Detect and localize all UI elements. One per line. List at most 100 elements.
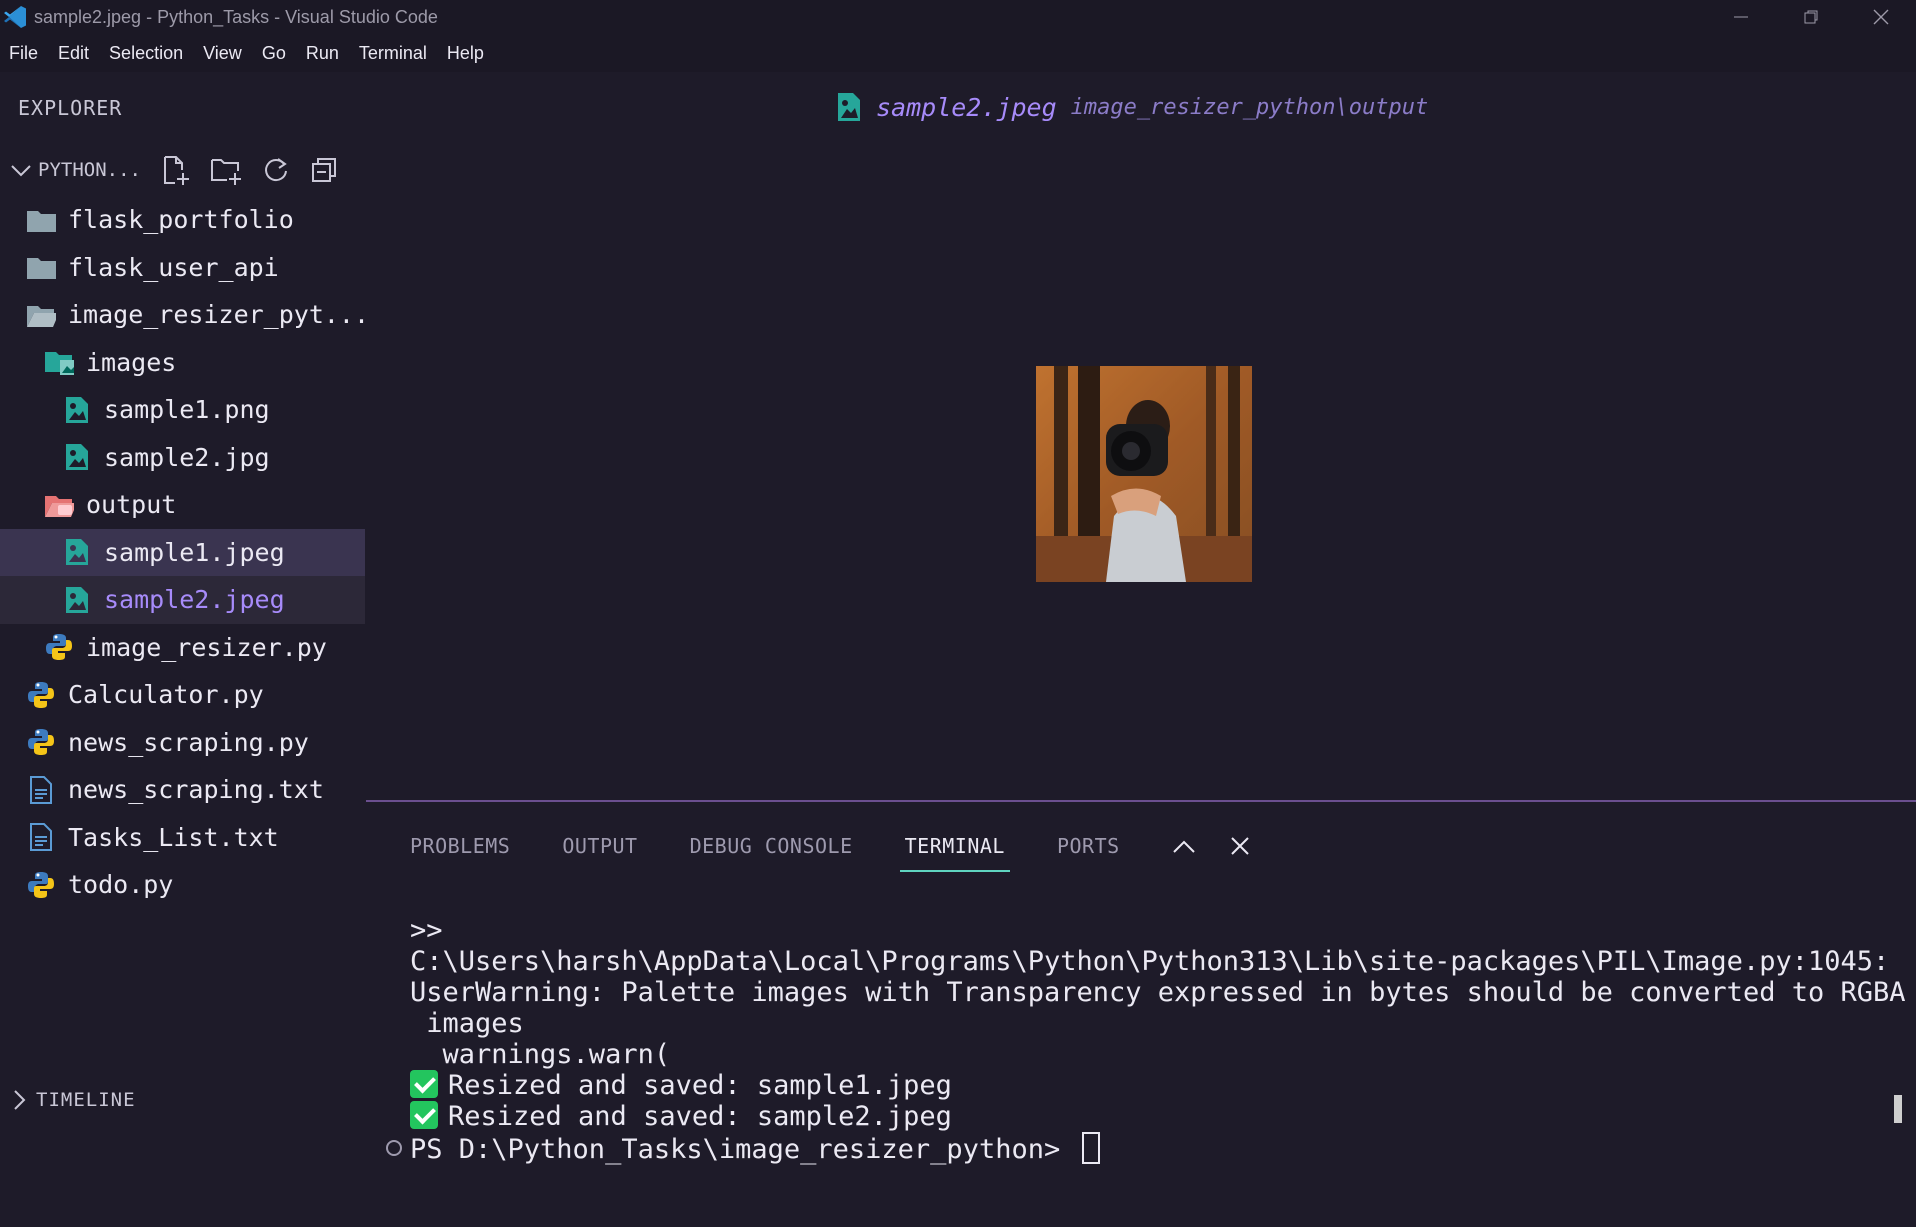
new-file-icon[interactable]	[159, 154, 191, 186]
tree-item-todo-py[interactable]: todo.py	[0, 861, 365, 909]
folder-icon	[26, 253, 56, 281]
terminal-line-success: Resized and saved: sample1.jpeg	[410, 1070, 1890, 1101]
menu-view[interactable]: View	[193, 43, 252, 64]
new-folder-icon[interactable]	[209, 154, 243, 186]
explorer-title: EXPLORER	[18, 96, 123, 120]
tree-item-output[interactable]: output	[0, 481, 365, 529]
tree-item-label: flask_portfolio	[68, 205, 294, 235]
tree-item-label: sample1.jpeg	[104, 537, 285, 567]
tree-item-label: sample2.jpeg	[104, 585, 285, 615]
terminal-line: C:\Users\harsh\AppData\Local\Programs\Py…	[410, 946, 1890, 977]
close-window-button[interactable]	[1846, 0, 1916, 34]
tree-item-sample2-jpg[interactable]: sample2.jpg	[0, 434, 365, 482]
menu-run[interactable]: Run	[296, 43, 349, 64]
image-file-icon	[62, 396, 92, 424]
image-file-icon	[62, 443, 92, 471]
terminal-line-text: Resized and saved: sample1.jpeg	[448, 1070, 952, 1101]
tree-item-image-resizer-py[interactable]: image_resizer.py	[0, 624, 365, 672]
menu-help[interactable]: Help	[437, 43, 494, 64]
tree-item-label: news_scraping.txt	[68, 775, 324, 805]
image-preview	[1036, 366, 1252, 582]
menu-go[interactable]: Go	[252, 43, 296, 64]
images-folder-icon	[44, 348, 74, 376]
tree-item-label: news_scraping.py	[68, 727, 309, 757]
tree-item-news-scraping-py[interactable]: news_scraping.py	[0, 719, 365, 767]
terminal-line: >>	[410, 915, 443, 946]
tree-item-label: output	[86, 490, 177, 520]
tree-item-label: Tasks_List.txt	[68, 822, 279, 852]
terminal-cursor	[1082, 1132, 1101, 1164]
terminal-prompt: PS D:\Python_Tasks\image_resizer_python>	[410, 1134, 1077, 1165]
tree-item-sample2-jpeg[interactable]: sample2.jpeg	[0, 576, 365, 624]
minimize-button[interactable]	[1706, 0, 1776, 34]
editor-area: sample2.jpeg image_resizer_python\output	[366, 72, 1916, 800]
close-icon	[1873, 9, 1889, 25]
close-icon	[1230, 837, 1249, 855]
output-folder-icon	[44, 491, 74, 519]
python-icon	[26, 871, 56, 899]
tab-output[interactable]: OUTPUT	[562, 824, 637, 868]
breadcrumb: sample2.jpeg image_resizer_python\output	[836, 92, 1428, 122]
menu-edit[interactable]: Edit	[48, 43, 99, 64]
window-title: sample2.jpeg - Python_Tasks - Visual Stu…	[34, 6, 438, 27]
tab-problems[interactable]: PROBLEMS	[410, 824, 510, 868]
folder-icon	[26, 206, 56, 234]
timeline-section-header[interactable]: TIMELINE	[0, 1082, 136, 1118]
maximize-panel-button[interactable]	[1172, 838, 1196, 854]
image-file-icon	[62, 538, 92, 566]
workspace-section-header[interactable]: PYTHON...	[0, 152, 365, 188]
restore-button[interactable]	[1776, 0, 1846, 34]
file-tree: flask_portfolio flask_user_api image_res…	[0, 196, 369, 909]
menu-terminal[interactable]: Terminal	[349, 43, 437, 64]
terminal-line: images	[410, 1008, 524, 1039]
terminal-scrollbar[interactable]	[1894, 1095, 1902, 1123]
python-icon	[44, 633, 74, 661]
tree-item-sample1-png[interactable]: sample1.png	[0, 386, 365, 434]
breadcrumb-file[interactable]: sample2.jpeg	[876, 93, 1057, 122]
tree-item-label: Calculator.py	[68, 680, 264, 710]
tree-item-flask-user-api[interactable]: flask_user_api	[0, 244, 365, 292]
tree-item-images[interactable]: images	[0, 339, 365, 387]
tab-debug-console[interactable]: DEBUG CONSOLE	[690, 824, 853, 868]
title-bar: sample2.jpeg - Python_Tasks - Visual Stu…	[0, 0, 1916, 34]
menu-bar: File Edit Selection View Go Run Terminal…	[0, 34, 1916, 72]
image-file-icon	[62, 586, 92, 614]
tab-terminal[interactable]: TERMINAL	[899, 824, 1011, 872]
tree-item-flask-portfolio[interactable]: flask_portfolio	[0, 196, 365, 244]
terminal-line: warnings.warn(	[410, 1039, 671, 1070]
tree-item-tasks-list-txt[interactable]: Tasks_List.txt	[0, 814, 365, 862]
text-file-icon	[26, 823, 56, 852]
terminal-line-success: Resized and saved: sample2.jpeg	[410, 1101, 1890, 1132]
minimize-icon	[1734, 16, 1748, 18]
tree-item-image-resizer-python[interactable]: image_resizer_pyt...	[0, 291, 369, 339]
collapse-all-icon[interactable]	[309, 155, 339, 185]
tree-item-label: image_resizer.py	[86, 632, 327, 662]
tree-item-label: flask_user_api	[68, 252, 279, 282]
terminal-line: UserWarning: Palette images with Transpa…	[410, 977, 1906, 1008]
text-file-icon	[26, 775, 56, 804]
tree-item-label: image_resizer_pyt...	[68, 300, 370, 330]
tab-ports[interactable]: PORTS	[1057, 824, 1120, 868]
tree-item-news-scraping-txt[interactable]: news_scraping.txt	[0, 766, 365, 814]
close-panel-button[interactable]	[1230, 836, 1250, 856]
refresh-icon[interactable]	[261, 155, 291, 185]
menu-selection[interactable]: Selection	[99, 43, 193, 64]
tree-item-calculator-py[interactable]: Calculator.py	[0, 671, 365, 719]
tree-item-sample1-jpeg[interactable]: sample1.jpeg	[0, 528, 365, 576]
image-file-icon	[838, 93, 860, 121]
chevron-up-icon	[1172, 840, 1195, 853]
timeline-label: TIMELINE	[36, 1089, 136, 1111]
workspace-name: PYTHON...	[38, 159, 141, 181]
tree-item-label: sample2.jpg	[104, 442, 270, 472]
tree-item-label: todo.py	[68, 870, 174, 900]
breadcrumb-path[interactable]: image_resizer_python\output	[1071, 95, 1429, 120]
folder-open-icon	[26, 301, 56, 329]
tree-item-label: images	[86, 347, 177, 377]
vscode-logo-icon	[4, 6, 26, 28]
terminal-line-text: Resized and saved: sample2.jpeg	[448, 1101, 952, 1132]
chevron-down-icon	[11, 165, 31, 177]
restore-icon	[1804, 10, 1818, 24]
menu-file[interactable]: File	[0, 43, 48, 64]
terminal-output[interactable]: >> C:\Users\harsh\AppData\Local\Programs\…	[386, 884, 1906, 1227]
tree-item-label: sample1.png	[104, 395, 270, 425]
